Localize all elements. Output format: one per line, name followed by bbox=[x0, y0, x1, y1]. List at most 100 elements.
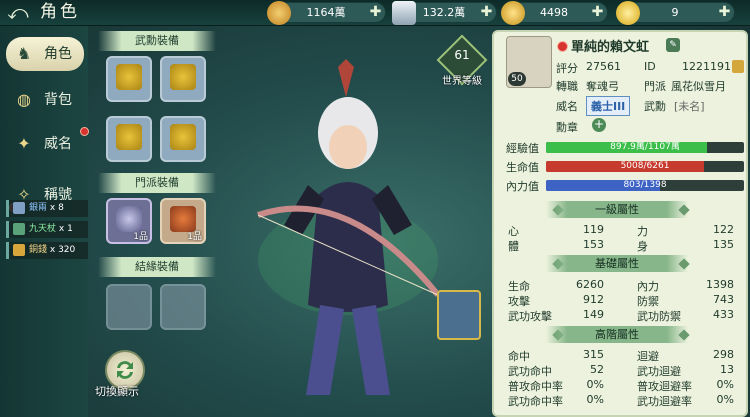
attr-name: 武功迴避 bbox=[637, 365, 681, 378]
player-level: 50 bbox=[508, 72, 526, 86]
martial-slot[interactable] bbox=[106, 116, 152, 162]
armor-icon bbox=[170, 64, 196, 90]
attr-value: 912 bbox=[583, 293, 604, 306]
yuanbao-icon bbox=[616, 1, 640, 25]
yuanbao-add-button[interactable]: ✚ bbox=[717, 5, 732, 20]
martial-slot[interactable] bbox=[160, 116, 206, 162]
silver-counter: 132.2萬 ✚ bbox=[392, 1, 497, 25]
attr-value: 0% bbox=[586, 393, 604, 406]
attr-value: 0% bbox=[586, 378, 604, 391]
staff-icon bbox=[13, 223, 25, 235]
attr-value: 298 bbox=[713, 348, 734, 361]
attr-name: 普攻迴避率 bbox=[637, 380, 692, 393]
attr-name: 身 bbox=[637, 240, 648, 253]
mp-label: 內力值 bbox=[506, 180, 539, 193]
loot-item: 銅錢 x 320 bbox=[6, 242, 88, 259]
silver-add-button[interactable]: ✚ bbox=[479, 5, 494, 20]
martial-slot[interactable] bbox=[106, 56, 152, 102]
nav-item-bag[interactable]: ◍ 背包 bbox=[6, 83, 84, 117]
loot-item: 九天杖 x 1 bbox=[6, 221, 88, 238]
score-label: 評分 bbox=[556, 62, 578, 75]
nav-item-role[interactable]: ♞ 角色 bbox=[6, 37, 84, 71]
loot-qty: x 1 bbox=[58, 224, 73, 234]
nav-item-fame[interactable]: ✦ 威名 bbox=[6, 127, 84, 161]
attr-name: 命中 bbox=[508, 350, 530, 363]
coin-counter: 1164萬 ✚ bbox=[267, 1, 386, 25]
yuanbao-counter: 9 ✚ bbox=[616, 1, 735, 25]
attr-name: 生命 bbox=[508, 280, 530, 293]
bond-slot[interactable] bbox=[160, 284, 206, 330]
martial-value: [未名] bbox=[674, 100, 705, 113]
loot-qty: x 8 bbox=[49, 203, 64, 213]
attr-name: 迴避 bbox=[637, 350, 659, 363]
attr-value: 6260 bbox=[576, 278, 604, 291]
gold-ingot-icon bbox=[501, 1, 525, 25]
exp-text: 897.9萬/1107萬 bbox=[610, 142, 680, 152]
loot-item: 銀兩 x 8 bbox=[6, 200, 88, 217]
coin-value: 1164萬 bbox=[306, 6, 346, 19]
attr-name: 武功防禦 bbox=[637, 310, 681, 323]
advanced-attr-header: 高階屬性 bbox=[546, 326, 688, 343]
mp-text: 803/1398 bbox=[623, 180, 667, 190]
gauntlet-icon bbox=[116, 124, 142, 150]
bag-icon: ◍ bbox=[17, 90, 31, 109]
silver-icon bbox=[13, 202, 25, 214]
martial-label: 武勳 bbox=[644, 100, 666, 113]
nav-item-label: 威名 bbox=[44, 136, 72, 152]
sect-label: 門派 bbox=[644, 80, 666, 93]
loot-name: 銅錢 bbox=[29, 245, 48, 255]
nav-item-label: 背包 bbox=[44, 92, 72, 108]
copy-icon[interactable] bbox=[732, 60, 744, 73]
add-medal-button[interactable]: + bbox=[592, 118, 606, 132]
attr-name: 力 bbox=[637, 225, 648, 238]
page-title: 角色 bbox=[40, 2, 80, 22]
id-value: 1221191 bbox=[682, 60, 731, 73]
player-name: 單純的賴文虹 bbox=[571, 40, 650, 55]
martial-slot[interactable] bbox=[160, 56, 206, 102]
edit-name-button[interactable]: ✎ bbox=[666, 38, 680, 52]
score-value: 27561 bbox=[586, 60, 621, 73]
hp-label: 生命值 bbox=[506, 161, 539, 174]
switch-display-label: 切換顯示 bbox=[95, 385, 139, 398]
fame-label: 威名 bbox=[556, 100, 578, 113]
silver-value: 132.2萬 bbox=[422, 6, 466, 19]
back-button[interactable]: ⤺ bbox=[3, 1, 33, 25]
attr-name: 防禦 bbox=[637, 295, 659, 308]
hp-bar: 5008/6261 bbox=[546, 161, 744, 172]
id-label: ID bbox=[644, 60, 656, 73]
attr-name: 體 bbox=[508, 240, 519, 253]
attr-value: 119 bbox=[583, 223, 604, 236]
attr-value: 0% bbox=[716, 393, 734, 406]
bond-slot[interactable] bbox=[106, 284, 152, 330]
attr-name: 攻擊 bbox=[508, 295, 530, 308]
exp-label: 經驗值 bbox=[506, 142, 539, 155]
attr-value: 149 bbox=[583, 308, 604, 321]
world-level-value: 61 bbox=[454, 48, 470, 62]
sect-slot[interactable]: 1品 bbox=[106, 198, 152, 244]
attr-name: 內力 bbox=[637, 280, 659, 293]
grade-label: 1品 bbox=[187, 232, 202, 242]
person-icon: ♞ bbox=[16, 44, 32, 63]
fame-icon: ✦ bbox=[17, 134, 31, 153]
attr-value: 122 bbox=[713, 223, 734, 236]
martial-equip-header: 武勳裝備 bbox=[98, 31, 216, 51]
stats-panel: 50 單純的賴文虹 ✎ 評分 27561 ID 1221191 轉職 奪魂弓 門… bbox=[492, 30, 748, 417]
attr-name: 武功迴避率 bbox=[637, 395, 692, 408]
basic-attr-header: 基礎屬性 bbox=[546, 255, 688, 272]
sect-equip-header: 門派裝備 bbox=[98, 173, 216, 193]
world-level-label: 世界等級 bbox=[442, 76, 482, 87]
attr-value: 433 bbox=[713, 308, 734, 321]
sect-slot[interactable]: 1品 bbox=[160, 198, 206, 244]
loot-qty: x 320 bbox=[49, 245, 76, 255]
gold-add-button[interactable]: ✚ bbox=[590, 5, 605, 20]
yuanbao-value: 9 bbox=[671, 6, 679, 19]
fame-value: 義士III bbox=[586, 96, 631, 116]
coin-add-button[interactable]: ✚ bbox=[368, 5, 383, 20]
attr-value: 0% bbox=[716, 378, 734, 391]
primary-attr-header: 一級屬性 bbox=[546, 201, 688, 218]
helmet-icon bbox=[116, 64, 142, 90]
grade-label: 1品 bbox=[133, 232, 148, 242]
mp-bar: 803/1398 bbox=[546, 180, 744, 191]
fashion-slot[interactable] bbox=[437, 290, 481, 340]
loot-name: 九天杖 bbox=[29, 224, 57, 234]
